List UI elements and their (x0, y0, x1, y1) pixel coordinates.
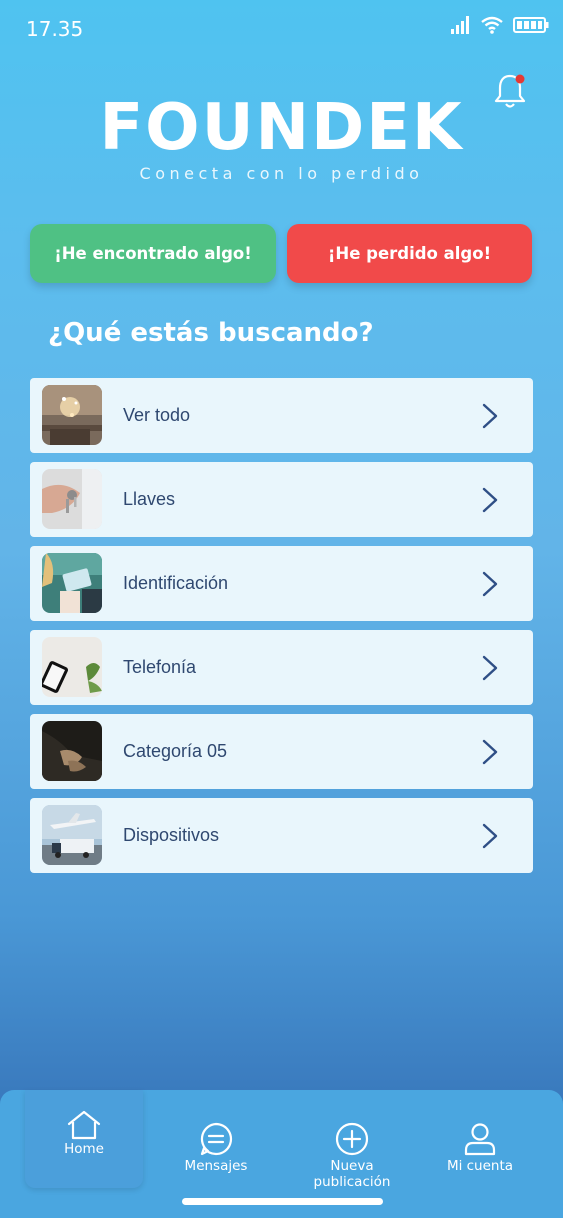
category-item-telefonia[interactable]: Telefonía (30, 630, 533, 705)
message-icon (200, 1122, 233, 1156)
hands-image (42, 721, 102, 781)
category-item-dispositivos[interactable]: Dispositivos (30, 798, 533, 873)
chevron-right-icon (482, 739, 498, 765)
user-icon (464, 1123, 496, 1156)
app-logo: FOUNDEK Conecta con lo perdido (0, 92, 563, 183)
id-card-image (42, 553, 102, 613)
chevron-right-icon (482, 823, 498, 849)
chevron-right-icon (482, 403, 498, 429)
home-indicator[interactable] (182, 1198, 383, 1205)
tab-label: Mi cuenta (446, 1158, 514, 1174)
tab-my-account[interactable]: Mi cuenta (430, 1090, 530, 1190)
plane-truck-image (42, 805, 102, 865)
status-icons (451, 16, 549, 34)
chevron-right-icon (482, 655, 498, 681)
phone-image (42, 637, 102, 697)
wifi-icon (481, 16, 503, 34)
lost-something-button[interactable]: ¡He perdido algo! (287, 224, 532, 283)
category-item-identificacion[interactable]: Identificación (30, 546, 533, 621)
category-label: Identificación (123, 573, 229, 593)
status-bar: 17.35 (0, 0, 563, 56)
category-label: Categoría 05 (123, 741, 228, 761)
home-icon (67, 1110, 101, 1140)
category-item-ver-todo[interactable]: Ver todo (30, 378, 533, 453)
logo-tagline: Conecta con lo perdido (139, 164, 424, 183)
logo-title: FOUNDEK (99, 91, 464, 165)
tab-label: Home (64, 1141, 104, 1157)
tab-label: Mensajes (184, 1158, 248, 1174)
found-something-button[interactable]: ¡He encontrado algo! (30, 224, 276, 283)
sparkle-image (42, 385, 102, 445)
signal-icon (451, 16, 469, 34)
category-label: Ver todo (123, 405, 191, 425)
tab-label: Nueva publicación (313, 1158, 391, 1190)
category-item-categoria-05[interactable]: Categoría 05 (30, 714, 533, 789)
battery-icon (513, 17, 549, 33)
keys-image (42, 469, 102, 529)
status-time: 17.35 (26, 17, 84, 41)
chevron-right-icon (482, 571, 498, 597)
category-list: Ver todo Llaves Identificación Telefonía… (30, 378, 533, 882)
tab-new-post[interactable]: Nueva publicación (290, 1090, 414, 1190)
chevron-right-icon (482, 487, 498, 513)
notification-dot (515, 74, 525, 84)
tab-messages[interactable]: Mensajes (166, 1090, 266, 1190)
plus-circle-icon (335, 1122, 369, 1156)
category-label: Telefonía (123, 657, 197, 677)
section-title: ¿Qué estás buscando? (48, 318, 374, 348)
category-label: Llaves (123, 489, 176, 509)
category-label: Dispositivos (123, 825, 220, 845)
category-item-llaves[interactable]: Llaves (30, 462, 533, 537)
tab-home[interactable]: Home (25, 1090, 143, 1188)
